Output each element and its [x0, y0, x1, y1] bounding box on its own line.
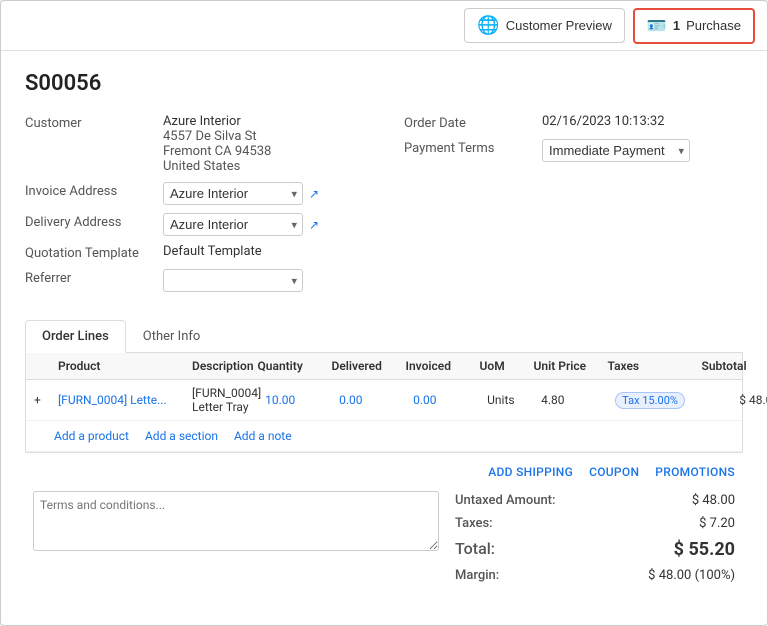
- referrer-select[interactable]: [163, 269, 303, 292]
- referrer-label: Referrer: [25, 269, 155, 286]
- terms-area: [33, 491, 439, 585]
- customer-preview-button[interactable]: 🌐 Customer Preview: [464, 8, 625, 43]
- add-shipping-link[interactable]: ADD SHIPPING: [488, 465, 573, 479]
- purchase-count: 1: [673, 18, 680, 33]
- total-label: Total:: [455, 539, 495, 560]
- untaxed-amount-value: $ 48.00: [692, 493, 735, 508]
- row-unit-price[interactable]: 4.80: [541, 393, 611, 407]
- row-delivered[interactable]: 0.00: [339, 393, 409, 407]
- footer-section: ADD SHIPPING COUPON PROMOTIONS Untaxed A…: [25, 453, 743, 597]
- taxes-value: $ 7.20: [699, 516, 735, 531]
- quotation-template-value: Default Template: [163, 244, 262, 259]
- order-date-label: Order Date: [404, 114, 534, 131]
- customer-value: Azure Interior 4557 De Silva St Fremont …: [163, 114, 271, 174]
- tax-badge[interactable]: Tax 15.00%: [615, 392, 685, 409]
- order-title: S00056: [25, 71, 743, 96]
- row-add-icon[interactable]: +: [34, 393, 54, 407]
- top-bar: 🌐 Customer Preview 🪪 1 Purchase: [1, 1, 767, 51]
- form-right: Order Date 02/16/2023 10:13:32 Payment T…: [404, 114, 743, 300]
- payment-terms-row: Payment Terms Immediate Payment: [404, 139, 743, 162]
- total-row: Total: $ 55.20: [455, 537, 735, 562]
- quotation-template-label: Quotation Template: [25, 244, 155, 261]
- invoice-address-field: Azure Interior ↗: [163, 182, 319, 205]
- customer-label: Customer: [25, 114, 155, 131]
- col-delivered: Delivered: [332, 359, 402, 373]
- customer-row: Customer Azure Interior 4557 De Silva St…: [25, 114, 364, 174]
- row-taxes: Tax 15.00%: [615, 392, 705, 409]
- main-content: S00056 Customer Azure Interior 4557 De S…: [1, 51, 767, 625]
- row-uom: Units: [487, 393, 537, 407]
- add-note-link[interactable]: Add a note: [234, 429, 292, 443]
- referrer-select-wrapper: [163, 269, 303, 292]
- customer-address3: United States: [163, 159, 271, 174]
- margin-label: Margin:: [455, 568, 499, 583]
- invoice-address-select[interactable]: Azure Interior: [163, 182, 303, 205]
- table-row: + [FURN_0004] Lette... [FURN_0004] Lette…: [26, 380, 742, 421]
- invoice-address-row: Invoice Address Azure Interior ↗: [25, 182, 364, 205]
- delivery-address-select-wrapper: Azure Interior: [163, 213, 303, 236]
- taxes-label: Taxes:: [455, 516, 493, 531]
- payment-terms-select[interactable]: Immediate Payment: [542, 139, 690, 162]
- payment-terms-select-wrapper: Immediate Payment: [542, 139, 690, 162]
- delivery-address-field: Azure Interior ↗: [163, 213, 319, 236]
- col-invoiced: Invoiced: [406, 359, 476, 373]
- purchase-icon: 🪪: [647, 16, 667, 36]
- row-invoiced[interactable]: 0.00: [413, 393, 483, 407]
- tabs: Order Lines Other Info: [25, 320, 743, 353]
- add-section-link[interactable]: Add a section: [145, 429, 218, 443]
- globe-icon: 🌐: [477, 15, 499, 36]
- col-uom: UoM: [480, 359, 530, 373]
- row-product[interactable]: [FURN_0004] Lette...: [58, 393, 188, 407]
- delivery-address-row: Delivery Address Azure Interior ↗: [25, 213, 364, 236]
- tab-other-info[interactable]: Other Info: [126, 320, 218, 352]
- table-actions: Add a product Add a section Add a note: [26, 421, 742, 452]
- col-product: Product: [58, 359, 188, 373]
- customer-name[interactable]: Azure Interior: [163, 114, 241, 129]
- untaxed-amount-row: Untaxed Amount: $ 48.00: [455, 491, 735, 510]
- customer-preview-label: Customer Preview: [506, 18, 612, 33]
- add-product-link[interactable]: Add a product: [54, 429, 129, 443]
- quotation-template-row: Quotation Template Default Template: [25, 244, 364, 261]
- col-unit-price: Unit Price: [534, 359, 604, 373]
- margin-value: $ 48.00 (100%): [648, 568, 735, 583]
- footer-links: ADD SHIPPING COUPON PROMOTIONS: [33, 465, 735, 479]
- order-date-value: 02/16/2023 10:13:32: [542, 114, 665, 129]
- delivery-address-label: Delivery Address: [25, 213, 155, 230]
- col-quantity: Quantity: [258, 359, 328, 373]
- delivery-address-ext-link-icon[interactable]: ↗: [309, 218, 319, 232]
- form-section: Customer Azure Interior 4557 De Silva St…: [25, 114, 743, 300]
- col-subtotal: Subtotal: [702, 359, 768, 373]
- promotions-link[interactable]: PROMOTIONS: [655, 465, 735, 479]
- row-description[interactable]: [FURN_0004] Letter Tray: [192, 386, 261, 414]
- tab-order-lines[interactable]: Order Lines: [25, 320, 126, 353]
- coupon-link[interactable]: COUPON: [589, 465, 639, 479]
- order-date-row: Order Date 02/16/2023 10:13:32: [404, 114, 743, 131]
- order-lines-table: Product Description Quantity Delivered I…: [25, 353, 743, 453]
- customer-address2: Fremont CA 94538: [163, 144, 271, 159]
- invoice-address-select-wrapper: Azure Interior: [163, 182, 303, 205]
- table-header: Product Description Quantity Delivered I…: [26, 353, 742, 380]
- untaxed-amount-label: Untaxed Amount:: [455, 493, 555, 508]
- customer-address1: 4557 De Silva St: [163, 129, 271, 144]
- footer-bottom: Untaxed Amount: $ 48.00 Taxes: $ 7.20 To…: [33, 491, 735, 585]
- purchase-label: Purchase: [686, 18, 741, 33]
- totals-section: Untaxed Amount: $ 48.00 Taxes: $ 7.20 To…: [455, 491, 735, 585]
- total-value: $ 55.20: [674, 539, 735, 560]
- referrer-row: Referrer: [25, 269, 364, 292]
- form-left: Customer Azure Interior 4557 De Silva St…: [25, 114, 364, 300]
- delivery-address-select[interactable]: Azure Interior: [163, 213, 303, 236]
- col-taxes: Taxes: [608, 359, 698, 373]
- purchase-button[interactable]: 🪪 1 Purchase: [633, 8, 755, 44]
- margin-row: Margin: $ 48.00 (100%): [455, 566, 735, 585]
- terms-textarea[interactable]: [33, 491, 439, 551]
- row-subtotal: $ 48.00: [709, 393, 768, 407]
- main-window: 🌐 Customer Preview 🪪 1 Purchase S00056 C…: [0, 0, 768, 626]
- invoice-address-label: Invoice Address: [25, 182, 155, 199]
- row-quantity[interactable]: 10.00: [265, 393, 335, 407]
- taxes-row: Taxes: $ 7.20: [455, 514, 735, 533]
- invoice-address-ext-link-icon[interactable]: ↗: [309, 187, 319, 201]
- col-add: [34, 359, 54, 373]
- col-description: Description: [192, 359, 254, 373]
- payment-terms-label: Payment Terms: [404, 139, 534, 156]
